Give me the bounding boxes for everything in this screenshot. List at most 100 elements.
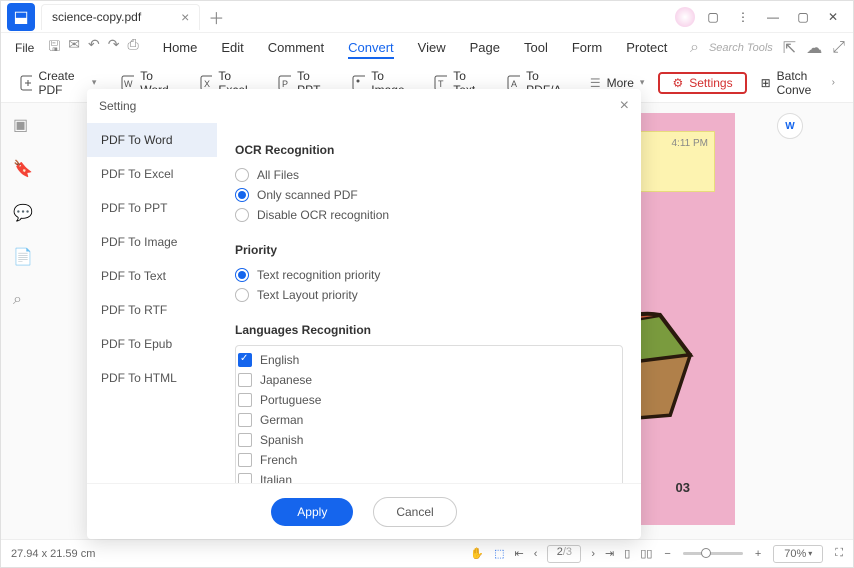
radio-text-layout[interactable]: Text Layout priority [235, 285, 623, 305]
radio-text-recognition[interactable]: Text recognition priority [235, 265, 623, 285]
tab-view[interactable]: View [418, 38, 446, 59]
svg-text:W: W [124, 79, 133, 89]
batch-convert-button[interactable]: ⊞ Batch Conve › [751, 65, 845, 101]
app-square-icon[interactable]: ▢ [701, 5, 725, 29]
tab-edit[interactable]: Edit [221, 38, 243, 59]
priority-section-title: Priority [235, 243, 623, 257]
radio-disable-ocr[interactable]: Disable OCR recognition [235, 205, 623, 225]
sidebar-item-pdf-to-ppt[interactable]: PDF To PPT [87, 191, 217, 225]
file-menu[interactable]: File [9, 39, 40, 57]
tab-home[interactable]: Home [163, 38, 198, 59]
pager: ✋ ⬚ ⇤ ‹ 2/3 › ⇥ ▯ ▯▯ [470, 545, 652, 563]
dialog-close-button[interactable]: × [620, 97, 629, 115]
two-page-icon[interactable]: ▯▯ [640, 547, 652, 560]
attachment-icon[interactable]: 📄 [13, 247, 33, 267]
print-icon[interactable]: ⎙ [127, 36, 138, 60]
settings-button[interactable]: ⚙ Settings [658, 72, 746, 94]
lang-german[interactable]: German [238, 410, 620, 430]
titlebar: ⬓ science-copy.pdf × ＋ ▢ ⋮ — ▢ ✕ [1, 1, 853, 33]
svg-text:X: X [204, 79, 210, 89]
batch-icon: ⊞ [761, 76, 771, 90]
sidebar-item-pdf-to-rtf[interactable]: PDF To RTF [87, 293, 217, 327]
lang-spanish[interactable]: Spanish [238, 430, 620, 450]
chevron-down-icon: ▾ [92, 77, 97, 88]
tab-convert[interactable]: Convert [348, 38, 394, 59]
lang-section-title: Languages Recognition [235, 323, 623, 337]
sidebar-item-pdf-to-image[interactable]: PDF To Image [87, 225, 217, 259]
sidebar-item-pdf-to-html[interactable]: PDF To HTML [87, 361, 217, 395]
dialog-content: OCR Recognition All Files Only scanned P… [217, 123, 641, 483]
select-tool-icon[interactable]: ⬚ [494, 547, 504, 560]
setting-dialog: Setting × PDF To Word PDF To Excel PDF T… [87, 89, 641, 539]
cloud-icon[interactable]: ☁ [806, 38, 822, 58]
lang-french[interactable]: French [238, 450, 620, 470]
radio-all-files[interactable]: All Files [235, 165, 623, 185]
tab-comment[interactable]: Comment [268, 38, 324, 59]
chevron-down-icon: ▾ [640, 77, 645, 88]
sidebar-item-pdf-to-word[interactable]: PDF To Word [87, 123, 217, 157]
first-page-icon[interactable]: ⇤ [514, 547, 523, 560]
dialog-sidebar: PDF To Word PDF To Excel PDF To PPT PDF … [87, 123, 217, 483]
search-rail-icon[interactable]: ⌕ [13, 291, 33, 311]
close-button[interactable]: ✕ [821, 5, 845, 29]
tab-title: science-copy.pdf [52, 10, 141, 24]
undo-icon[interactable]: ↶ [88, 36, 100, 60]
minimize-button[interactable]: — [761, 5, 785, 29]
main-tabs: Home Edit Comment Convert View Page Tool… [163, 38, 668, 59]
search-tools-input[interactable]: Search Tools [709, 42, 773, 54]
mail-icon[interactable]: ✉ [68, 36, 80, 60]
zoom-in-icon[interactable]: + [755, 548, 761, 560]
tab-page[interactable]: Page [470, 38, 500, 59]
hamburger-icon: ☰ [590, 76, 601, 90]
svg-text:T: T [438, 79, 444, 89]
thumbnail-icon[interactable]: ▣ [13, 115, 33, 135]
svg-text:P: P [282, 79, 288, 89]
dialog-footer: Apply Cancel [87, 483, 641, 539]
single-page-icon[interactable]: ▯ [624, 547, 630, 560]
prev-page-icon[interactable]: ‹ [534, 548, 538, 560]
sidebar-item-pdf-to-excel[interactable]: PDF To Excel [87, 157, 217, 191]
language-list[interactable]: English Japanese Portuguese German Spani… [235, 345, 623, 483]
tab-protect[interactable]: Protect [626, 38, 667, 59]
ocr-section-title: OCR Recognition [235, 143, 623, 157]
search-icon: ⌕ [690, 39, 699, 57]
close-tab-icon[interactable]: × [181, 9, 189, 25]
lang-portuguese[interactable]: Portuguese [238, 390, 620, 410]
svg-text:A: A [511, 79, 517, 89]
next-page-icon[interactable]: › [591, 548, 595, 560]
word-badge[interactable]: W [777, 113, 803, 139]
maximize-button[interactable]: ▢ [791, 5, 815, 29]
bookmark-icon[interactable]: 🔖 [13, 159, 33, 179]
zoom-out-icon[interactable]: − [664, 548, 670, 560]
hand-tool-icon[interactable]: ✋ [470, 547, 484, 560]
user-avatar[interactable] [675, 7, 695, 27]
cancel-button[interactable]: Cancel [373, 497, 456, 527]
new-tab-button[interactable]: ＋ [208, 5, 224, 29]
zoom-slider[interactable] [683, 552, 743, 555]
menubar: File 🖫 ✉ ↶ ↷ ⎙ Home Edit Comment Convert… [1, 33, 853, 63]
statusbar: 27.94 x 21.59 cm ✋ ⬚ ⇤ ‹ 2/3 › ⇥ ▯ ▯▯ − … [1, 539, 853, 567]
tab-form[interactable]: Form [572, 38, 602, 59]
last-page-icon[interactable]: ⇥ [605, 547, 614, 560]
expand-icon[interactable]: ⤢ [832, 39, 845, 57]
comment-icon[interactable]: 💬 [13, 203, 33, 223]
lang-italian[interactable]: Italian [238, 470, 620, 483]
sidebar-item-pdf-to-epub[interactable]: PDF To Epub [87, 327, 217, 361]
save-icon[interactable]: 🖫 [48, 36, 60, 60]
zoom-handle[interactable] [701, 548, 711, 558]
fit-page-icon[interactable]: ⛶ [835, 547, 843, 560]
document-tab[interactable]: science-copy.pdf × [41, 4, 200, 30]
chevron-right-icon: › [832, 77, 835, 88]
share-icon[interactable]: ⇱ [783, 38, 796, 58]
lang-japanese[interactable]: Japanese [238, 370, 620, 390]
redo-icon[interactable]: ↷ [108, 36, 120, 60]
zoom-value[interactable]: 70% ▾ [773, 545, 823, 563]
apply-button[interactable]: Apply [271, 498, 353, 526]
tab-tool[interactable]: Tool [524, 38, 548, 59]
kebab-icon[interactable]: ⋮ [731, 5, 755, 29]
radio-only-scanned[interactable]: Only scanned PDF [235, 185, 623, 205]
page-input[interactable]: 2/3 [547, 545, 581, 563]
lang-english[interactable]: English [238, 350, 620, 370]
sidebar-item-pdf-to-text[interactable]: PDF To Text [87, 259, 217, 293]
page-number: 03 [676, 480, 690, 495]
